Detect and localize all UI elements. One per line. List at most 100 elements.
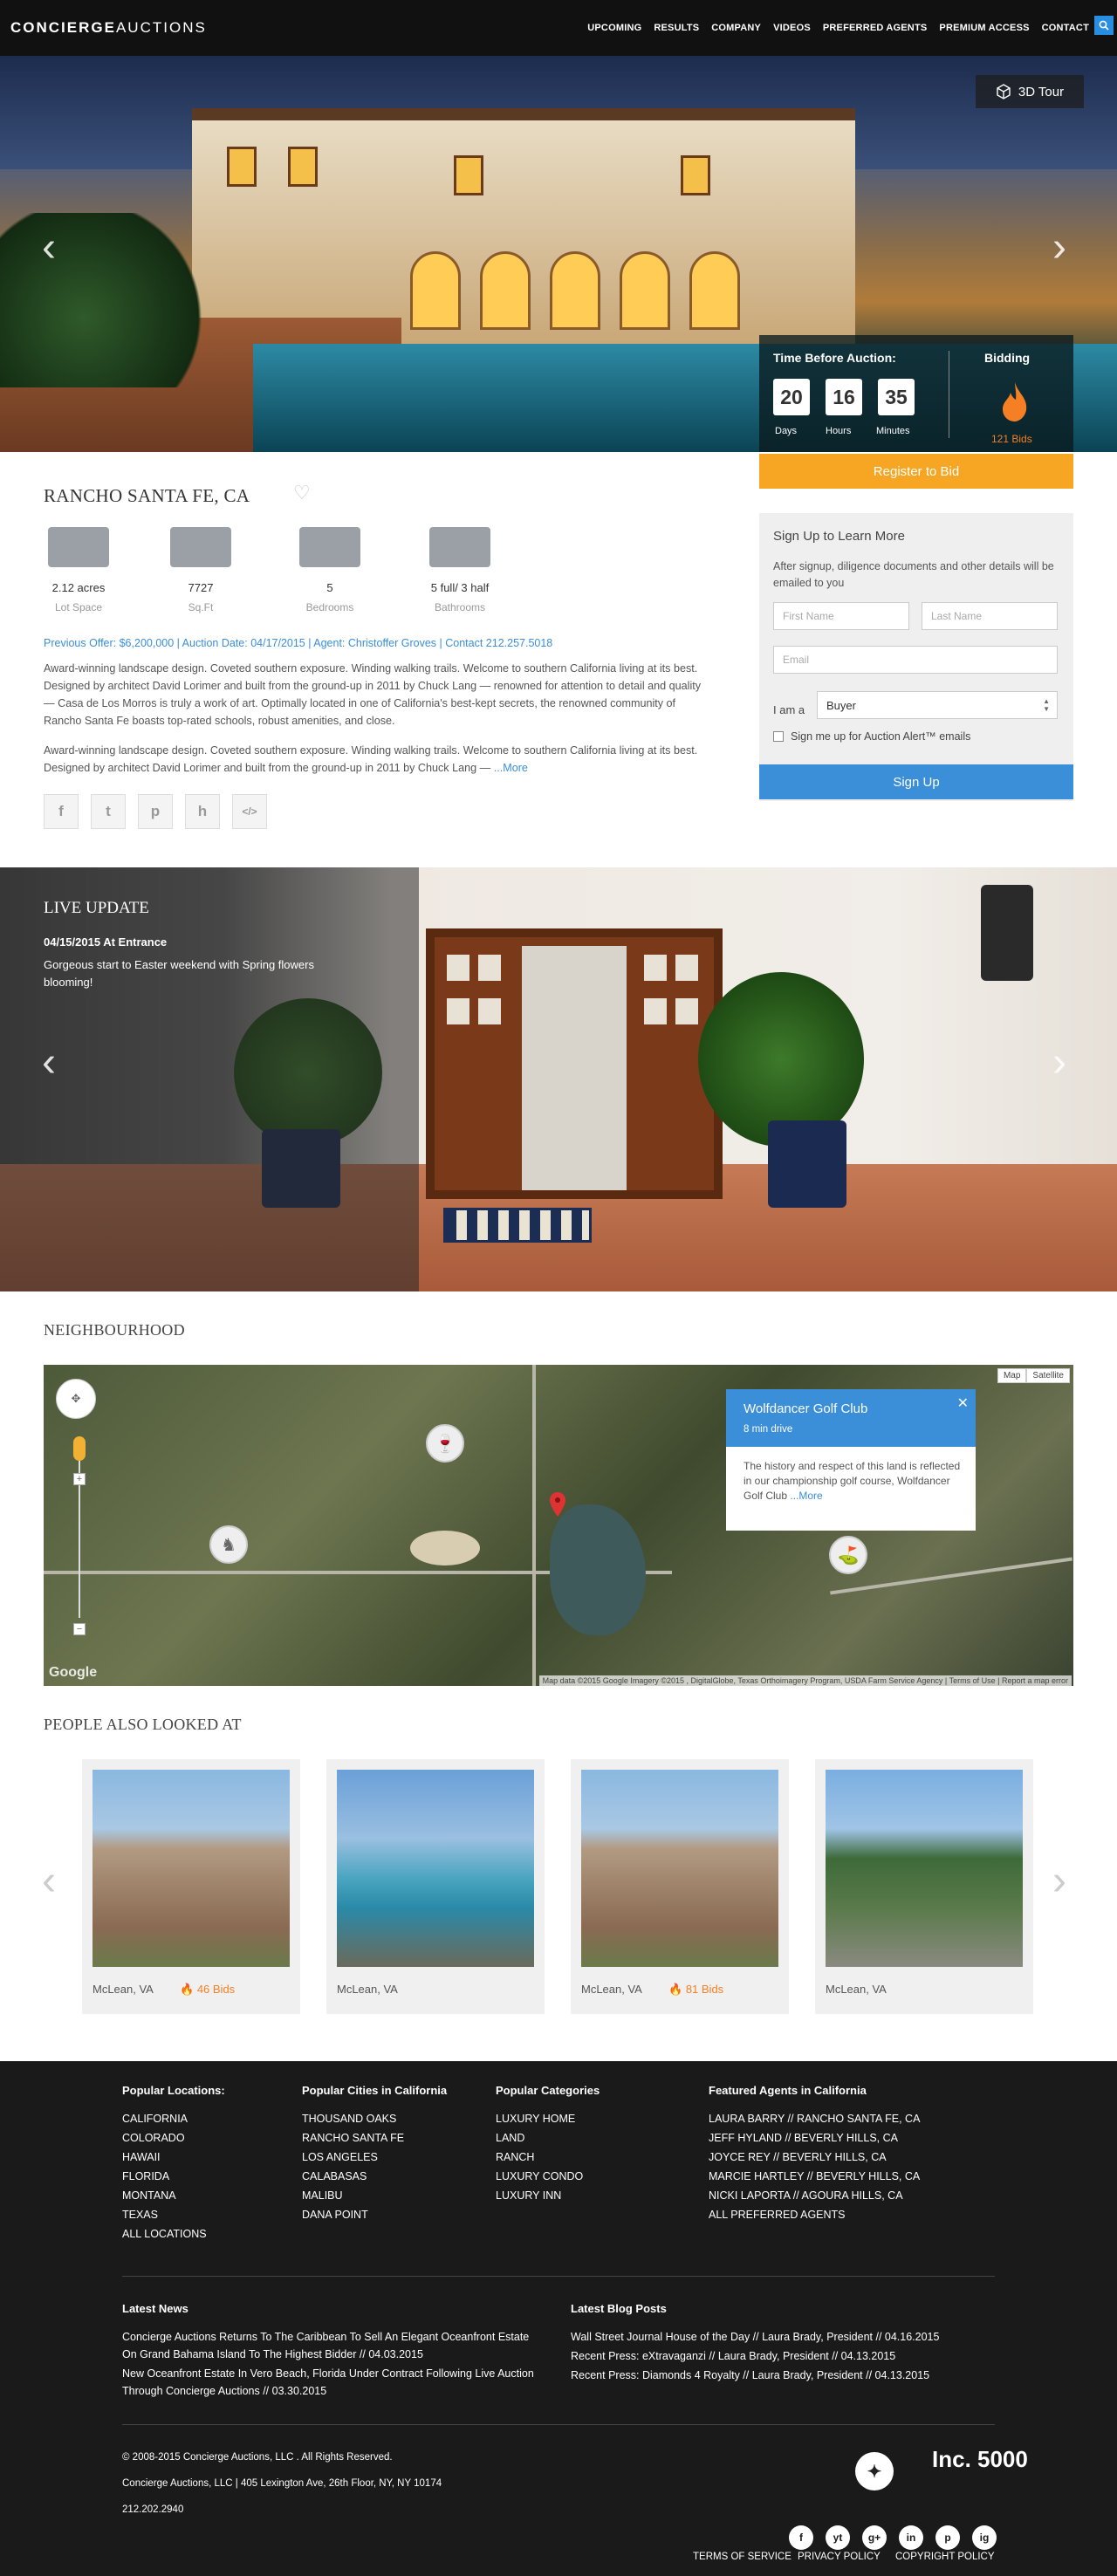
- map-type-map[interactable]: Map: [997, 1368, 1027, 1383]
- location-pin-icon[interactable]: [550, 1492, 565, 1517]
- pinterest-icon[interactable]: p: [935, 2525, 960, 2550]
- footer-link[interactable]: LUXURY HOME: [496, 2113, 600, 2125]
- 3d-tour-label: 3D Tour: [1018, 84, 1065, 99]
- wine-poi-icon[interactable]: 🍷: [426, 1424, 464, 1463]
- nav-company[interactable]: COMPANY: [711, 23, 761, 33]
- map-type-satellite[interactable]: Satellite: [1026, 1368, 1070, 1383]
- footer-link[interactable]: MONTANA: [122, 2189, 225, 2202]
- footer-link[interactable]: THOUSAND OAKS: [302, 2113, 447, 2125]
- first-name-field[interactable]: First Name: [773, 602, 909, 630]
- related-property-card[interactable]: McLean, VA 🔥 46 Bids: [82, 1759, 300, 2014]
- door-pane: [447, 998, 469, 1024]
- related-property-card[interactable]: McLean, VA 🔥 81 Bids: [571, 1759, 789, 2014]
- map-attribution[interactable]: Map data ©2015 Google Imagery ©2015 , Di…: [538, 1675, 1072, 1686]
- poi-name: Wolfdancer Golf Club: [744, 1401, 868, 1416]
- nav-results[interactable]: RESULTS: [654, 23, 699, 33]
- heart-icon[interactable]: ♡: [293, 482, 311, 504]
- door-pane: [644, 998, 667, 1024]
- door-rug: [443, 1208, 592, 1243]
- nav-contact[interactable]: CONTACT: [1042, 23, 1089, 33]
- footer-link[interactable]: DANA POINT: [302, 2209, 447, 2221]
- chevron-left-icon[interactable]: ‹: [42, 227, 56, 269]
- map-type-control: Map Satellite: [997, 1368, 1070, 1383]
- footer-link[interactable]: LUXURY CONDO: [496, 2170, 600, 2182]
- facebook-share-icon[interactable]: f: [44, 794, 79, 829]
- footer-link[interactable]: CALIFORNIA: [122, 2113, 225, 2125]
- copyright-policy-link[interactable]: COPYRIGHT POLICY: [895, 2552, 995, 2562]
- linkedin-icon[interactable]: in: [899, 2525, 923, 2550]
- auction-alert-checkbox[interactable]: [773, 731, 784, 742]
- horse-poi-icon[interactable]: ♞: [209, 1525, 248, 1564]
- register-to-bid-button[interactable]: Register to Bid: [759, 454, 1073, 489]
- pan-control-icon[interactable]: ✥: [56, 1379, 96, 1419]
- footer-col-title: Popular Categories: [496, 2084, 600, 2097]
- stat-value: 5: [326, 581, 333, 594]
- blog-link[interactable]: Recent Press: eXtravaganzi // Laura Brad…: [571, 2347, 990, 2365]
- close-icon[interactable]: ✕: [957, 1394, 969, 1412]
- footer-link[interactable]: JOYCE REY // BEVERLY HILLS, CA: [709, 2151, 920, 2163]
- nav-premium-access[interactable]: PREMIUM ACCESS: [939, 23, 1029, 33]
- facebook-icon[interactable]: f: [789, 2525, 813, 2550]
- people-also-looked-title: PEOPLE ALSO LOOKED AT: [44, 1716, 242, 1733]
- footer-link[interactable]: COLORADO: [122, 2132, 225, 2144]
- blog-link[interactable]: Recent Press: Diamonds 4 Royalty // Laur…: [571, 2367, 990, 2384]
- related-property-card[interactable]: McLean, VA: [815, 1759, 1033, 2014]
- neighbourhood-map[interactable]: 🍷 ♞ ⛳ ✥ + − Map Satellite Wolfdancer Gol…: [44, 1365, 1073, 1686]
- nav-preferred-agents[interactable]: PREFERRED AGENTS: [823, 23, 928, 33]
- more-link[interactable]: ...More: [494, 762, 528, 774]
- footer-link[interactable]: RANCH: [496, 2151, 600, 2163]
- footer-link[interactable]: MALIBU: [302, 2189, 447, 2202]
- zoom-in-button[interactable]: +: [73, 1473, 86, 1485]
- footer-link[interactable]: ALL PREFERRED AGENTS: [709, 2209, 920, 2221]
- footer-link[interactable]: LUXURY INN: [496, 2189, 600, 2202]
- twitter-share-icon[interactable]: t: [91, 794, 126, 829]
- news-link[interactable]: Concierge Auctions Returns To The Caribb…: [122, 2328, 541, 2363]
- footer-link[interactable]: RANCHO SANTA FE: [302, 2132, 447, 2144]
- footer-link[interactable]: LOS ANGELES: [302, 2151, 447, 2163]
- footer-link[interactable]: ALL LOCATIONS: [122, 2228, 225, 2240]
- chevron-right-icon[interactable]: ›: [1052, 1857, 1066, 1905]
- sign-up-button[interactable]: Sign Up: [759, 764, 1073, 799]
- footer-link[interactable]: TEXAS: [122, 2209, 225, 2221]
- footer-link[interactable]: NICKI LAPORTA // AGOURA HILLS, CA: [709, 2189, 920, 2202]
- terms-of-service-link[interactable]: TERMS OF SERVICE: [693, 2552, 791, 2562]
- google-plus-icon[interactable]: g+: [862, 2525, 887, 2550]
- instagram-icon[interactable]: ig: [972, 2525, 997, 2550]
- search-button[interactable]: [1094, 16, 1114, 35]
- site-logo[interactable]: CONCIERGEAUCTIONS: [10, 19, 207, 37]
- chevron-left-icon[interactable]: ‹: [42, 1042, 56, 1084]
- nav-upcoming[interactable]: UPCOMING: [587, 23, 641, 33]
- latest-news: Latest News Concierge Auctions Returns T…: [122, 2300, 541, 2401]
- nav-videos[interactable]: VIDEOS: [773, 23, 811, 33]
- embed-code-icon[interactable]: </>: [232, 794, 267, 829]
- email-field[interactable]: Email: [773, 646, 1058, 674]
- footer-link[interactable]: HAWAII: [122, 2151, 225, 2163]
- last-name-field[interactable]: Last Name: [922, 602, 1058, 630]
- property-meta-links[interactable]: Previous Offer: $6,200,000 | Auction Dat…: [44, 637, 552, 649]
- footer-link[interactable]: MARCIE HARTLEY // BEVERLY HILLS, CA: [709, 2170, 920, 2182]
- news-link[interactable]: New Oceanfront Estate In Vero Beach, Flo…: [122, 2365, 541, 2400]
- golf-poi-icon[interactable]: ⛳: [829, 1536, 867, 1574]
- arch: [480, 251, 531, 330]
- poi-more-link[interactable]: ...More: [790, 1490, 822, 1502]
- zoom-out-button[interactable]: −: [73, 1623, 86, 1635]
- street-view-pegman-icon[interactable]: [73, 1436, 86, 1461]
- chevron-right-icon[interactable]: ›: [1052, 1042, 1066, 1084]
- footer-link[interactable]: FLORIDA: [122, 2170, 225, 2182]
- role-select[interactable]: Buyer ▲ ▼: [817, 691, 1058, 719]
- blog-link[interactable]: Wall Street Journal House of the Day // …: [571, 2328, 990, 2346]
- footer-link[interactable]: LAURA BARRY // RANCHO SANTA FE, CA: [709, 2113, 920, 2125]
- footer-link[interactable]: LAND: [496, 2132, 600, 2144]
- privacy-policy-link[interactable]: PRIVACY POLICY: [798, 2552, 881, 2562]
- pinterest-share-icon[interactable]: p: [138, 794, 173, 829]
- related-property-card[interactable]: McLean, VA: [326, 1759, 545, 2014]
- live-update-text: Gorgeous start to Easter weekend with Sp…: [44, 958, 314, 989]
- footer-link[interactable]: CALABASAS: [302, 2170, 447, 2182]
- houzz-share-icon[interactable]: h: [185, 794, 220, 829]
- 3d-tour-button[interactable]: 3D Tour: [976, 75, 1084, 108]
- chevron-right-icon[interactable]: ›: [1052, 227, 1066, 269]
- footer-link[interactable]: JEFF HYLAND // BEVERLY HILLS, CA: [709, 2132, 920, 2144]
- live-update-slider: LIVE UPDATE 04/15/2015 At Entrance Gorge…: [0, 867, 1117, 1291]
- youtube-icon[interactable]: yt: [826, 2525, 850, 2550]
- chevron-left-icon[interactable]: ‹: [42, 1857, 56, 1905]
